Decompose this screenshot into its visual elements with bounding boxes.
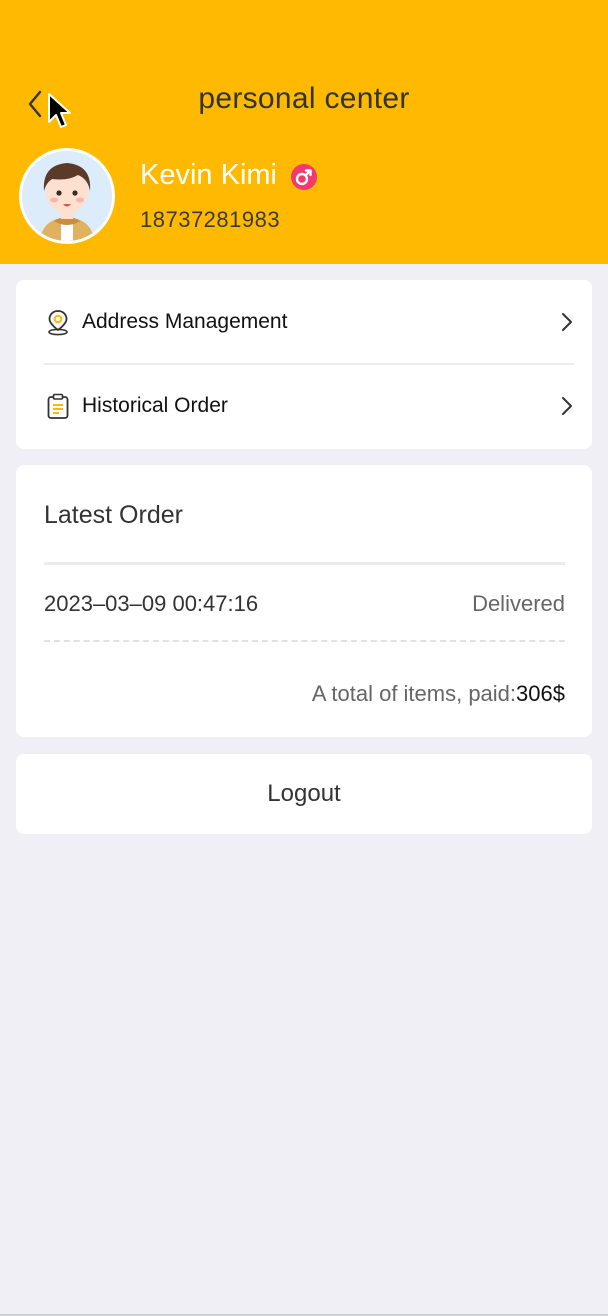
latest-order-card[interactable]: Latest Order 2023–03–09 00:47:16 Deliver… (16, 465, 592, 737)
menu-item-historical-order[interactable]: Historical Order (44, 371, 574, 441)
logout-button[interactable]: Logout (16, 754, 592, 834)
user-name: Kevin Kimi (140, 159, 277, 191)
clipboard-icon (47, 393, 69, 419)
location-pin-icon (48, 310, 68, 336)
header-bar: personal center Kevin Kimi 18737281983 (0, 0, 608, 264)
male-icon (291, 164, 317, 190)
chevron-right-icon (562, 397, 572, 415)
order-status: Delivered (472, 591, 565, 616)
menu-item-address-management[interactable]: Address Management (44, 287, 574, 357)
page-title: personal center (198, 82, 410, 115)
order-total: A total of items, paid:306$ (312, 681, 565, 707)
menu-divider (44, 363, 574, 365)
order-total-amount: 306$ (516, 681, 565, 706)
menu-item-label: Historical Order (82, 394, 228, 417)
order-time: 2023–03–09 00:47:16 (44, 591, 259, 616)
avatar[interactable] (19, 148, 115, 244)
chevron-right-icon (562, 313, 572, 331)
order-dashed-divider (44, 640, 565, 642)
latest-order-title: Latest Order (44, 501, 183, 529)
menu-card: Address Management Historical Order (16, 280, 592, 449)
user-phone: 18737281983 (140, 207, 281, 232)
menu-item-label: Address Management (82, 310, 288, 333)
order-divider (44, 562, 565, 565)
avatar-illustration (22, 151, 112, 241)
order-total-label: A total of items, paid: (311, 681, 517, 706)
